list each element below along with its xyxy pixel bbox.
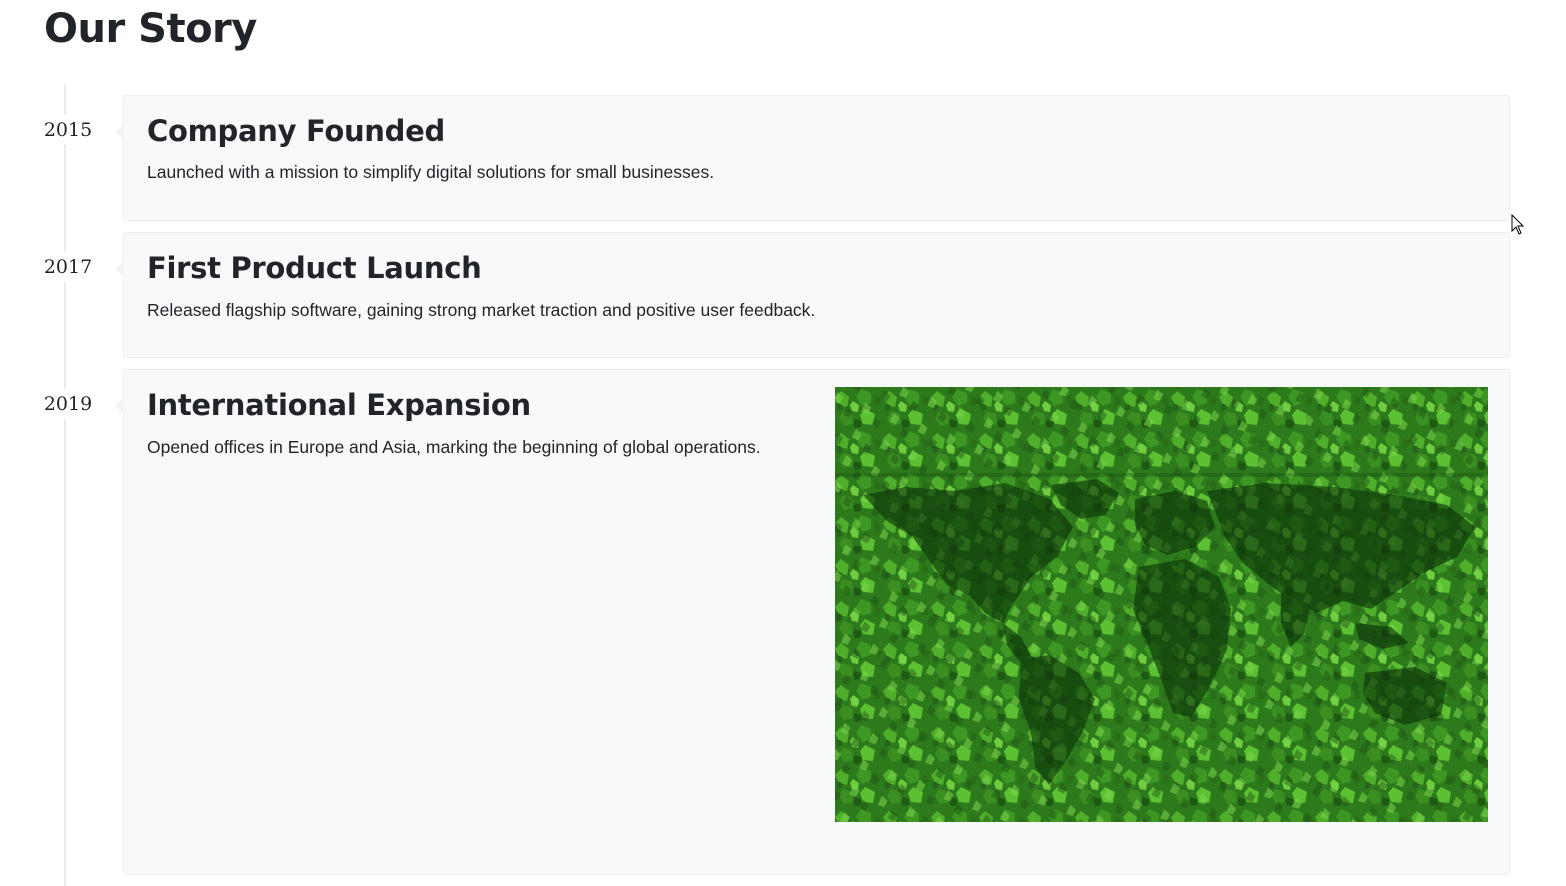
timeline-year: 2019: [38, 389, 98, 419]
timeline-card: International Expansion Opened offices i…: [115, 369, 1510, 875]
timeline-line: [64, 84, 66, 886]
world-map-ivy-image: [835, 387, 1488, 822]
card-pointer: [115, 124, 124, 140]
timeline-year: 2015: [38, 115, 98, 145]
card-pointer: [115, 261, 124, 277]
timeline-card: First Product Launch Released flagship s…: [115, 232, 1510, 358]
timeline-year: 2017: [38, 252, 98, 282]
timeline-card: Company Founded Launched with a mission …: [115, 95, 1510, 221]
mouse-cursor-icon: [1511, 214, 1525, 235]
card-title: Company Founded: [147, 114, 445, 148]
card-title: First Product Launch: [147, 251, 482, 285]
card-description: Released flagship software, gaining stro…: [147, 300, 816, 320]
card-description: Launched with a mission to simplify digi…: [147, 162, 715, 182]
page-title: Our Story: [44, 6, 257, 52]
card-pointer: [115, 398, 124, 414]
card-description: Opened offices in Europe and Asia, marki…: [147, 437, 761, 457]
card-title: International Expansion: [147, 388, 531, 422]
